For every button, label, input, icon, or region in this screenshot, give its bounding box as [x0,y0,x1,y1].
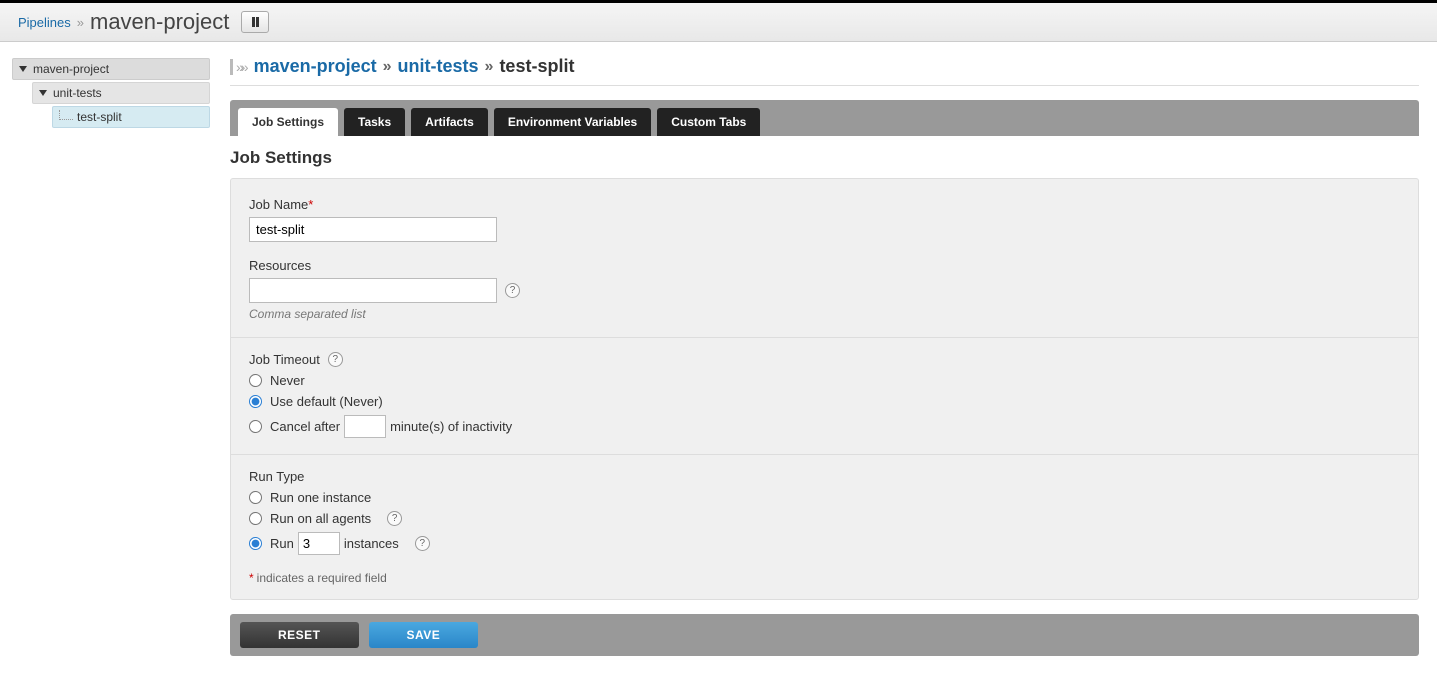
help-icon[interactable]: ? [328,352,343,367]
chevron-down-icon [39,90,47,96]
pause-button[interactable] [241,11,269,33]
runtype-one-radio[interactable] [249,491,262,504]
timeout-cancel-radio[interactable] [249,420,262,433]
timeout-never-label: Never [270,373,305,388]
tab-bar: Job Settings Tasks Artifacts Environment… [230,100,1419,136]
resources-label: Resources [249,258,311,273]
tree-label: test-split [77,110,122,124]
help-icon[interactable]: ? [505,283,520,298]
breadcrumb-pipeline-link[interactable]: maven-project [254,56,377,77]
breadcrumb-current: test-split [499,56,574,77]
runtype-one-label: Run one instance [270,490,371,505]
header-bar: Pipelines » maven-project [0,3,1437,42]
job-name-label: Job Name [249,197,308,212]
section-title: Job Settings [230,148,1419,168]
tree-label: unit-tests [53,86,102,100]
reset-button[interactable]: RESET [240,622,359,648]
runtype-n-suffix: instances [344,536,399,551]
resources-hint: Comma separated list [249,307,1400,321]
required-footnote: *indicates a required field [249,571,1400,585]
collapse-handle[interactable]: »» [230,59,246,75]
timeout-cancel-suffix: minute(s) of inactivity [390,419,512,434]
job-timeout-label: Job Timeout [249,352,320,367]
tree-label: maven-project [33,62,109,76]
tab-artifacts[interactable]: Artifacts [411,108,488,136]
help-icon[interactable]: ? [415,536,430,551]
required-icon: * [308,197,313,212]
timeout-cancel-prefix: Cancel after [270,419,340,434]
chevron-right-icon: » [383,58,392,76]
tree-item-job[interactable]: test-split [52,106,210,128]
resources-input[interactable] [249,278,497,303]
runtype-all-label: Run on all agents [270,511,371,526]
header-pipelines-link[interactable]: Pipelines [18,15,71,30]
tree-item-stage[interactable]: unit-tests [32,82,210,104]
chevron-right-icon: » [485,58,494,76]
runtype-all-radio[interactable] [249,512,262,525]
run-type-label: Run Type [249,469,304,484]
runtype-count-input[interactable] [298,532,340,555]
timeout-minutes-input[interactable] [344,415,386,438]
timeout-never-radio[interactable] [249,374,262,387]
save-button[interactable]: SAVE [369,622,479,648]
tree-branch-icon [59,110,73,120]
tab-custom-tabs[interactable]: Custom Tabs [657,108,760,136]
tree-item-pipeline[interactable]: maven-project [12,58,210,80]
tab-tasks[interactable]: Tasks [344,108,405,136]
job-name-input[interactable] [249,217,497,242]
timeout-default-label: Use default (Never) [270,394,383,409]
header-current: maven-project [90,9,229,35]
breadcrumb: »» maven-project » unit-tests » test-spl… [230,56,1419,86]
breadcrumb-stage-link[interactable]: unit-tests [398,56,479,77]
chevron-right-icon: » [77,15,84,30]
tab-job-settings[interactable]: Job Settings [238,108,338,136]
runtype-n-prefix: Run [270,536,294,551]
help-icon[interactable]: ? [387,511,402,526]
action-bar: RESET SAVE [230,614,1419,656]
tab-env-vars[interactable]: Environment Variables [494,108,651,136]
timeout-default-radio[interactable] [249,395,262,408]
sidebar: maven-project unit-tests test-split [0,42,218,674]
pause-icon [252,17,259,27]
runtype-n-radio[interactable] [249,537,262,550]
chevron-down-icon [19,66,27,72]
form-panel: Job Name* Resources ? Comma separated li… [230,178,1419,600]
